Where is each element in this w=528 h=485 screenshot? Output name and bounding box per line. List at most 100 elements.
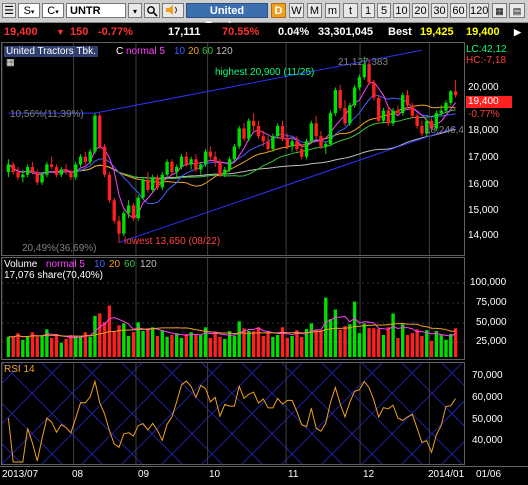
date-label: 08 — [72, 469, 84, 480]
rsi-chart[interactable] — [2, 363, 464, 464]
quote-bar: 19,400 ▼ 150 -0.77% 17,111 70.55% 0.04% … — [0, 23, 528, 41]
volume-ma-120: 120 — [140, 259, 157, 270]
volume-bar — [415, 329, 419, 357]
candle-body — [372, 82, 376, 98]
period-20[interactable]: 20 — [412, 3, 429, 18]
candle-body — [69, 172, 73, 178]
candle-body — [266, 141, 270, 149]
volume-bar — [381, 334, 386, 357]
search-icon[interactable] — [144, 3, 160, 18]
volume-bar — [444, 339, 448, 357]
volume-bar — [208, 337, 213, 357]
ma-60-label: 60 — [202, 46, 214, 57]
candle-body — [401, 95, 405, 114]
candle-body — [439, 110, 443, 114]
volume-bar — [391, 313, 395, 357]
volume-bar — [410, 333, 415, 357]
volume-bar — [126, 335, 131, 357]
price-change-pct: -0.77% — [98, 26, 133, 38]
period-w[interactable]: W — [289, 3, 304, 18]
candle-body — [40, 174, 44, 183]
candle-body — [21, 174, 25, 178]
candle-body — [136, 197, 140, 219]
volume-bar — [189, 332, 193, 357]
menu-icon[interactable]: ☰ — [2, 3, 16, 18]
volume-bar — [93, 315, 97, 357]
candle-body — [295, 141, 299, 149]
volume-tick: 25,000 — [476, 336, 507, 347]
volume-tick: 50,000 — [476, 317, 507, 328]
lowest-annotation: lowest 13,650 (08/22) — [124, 236, 221, 247]
candle-body — [78, 156, 83, 165]
price-change: 150 — [70, 26, 89, 38]
dropdown-icon[interactable]: ▾ — [128, 3, 142, 18]
volume-bar — [266, 332, 270, 357]
volume-bar — [285, 337, 289, 357]
candle-body — [275, 125, 280, 137]
volume-bar — [439, 335, 443, 357]
period-min[interactable]: m — [325, 3, 340, 18]
scroll-right-icon[interactable]: ▶ — [514, 25, 521, 39]
candle-body — [194, 159, 198, 170]
rsi-diagonal-grid — [441, 441, 464, 464]
candle-body — [117, 220, 121, 234]
volume-bar — [348, 324, 352, 357]
candle-body — [405, 95, 410, 106]
candle-body — [410, 105, 415, 116]
volume-bar — [131, 332, 136, 357]
date-label: 2013/07 — [2, 469, 39, 480]
grid-icon[interactable]: ▦ — [6, 57, 15, 68]
candle-body — [300, 149, 304, 157]
volume-bar — [386, 327, 390, 357]
period-m[interactable]: M — [307, 3, 322, 18]
down-arrow-icon: ▼ — [56, 27, 65, 37]
current-price-label: 19,400 — [468, 96, 499, 107]
period-30[interactable]: 30 — [431, 3, 448, 18]
period-tick[interactable]: t — [343, 3, 358, 18]
period-10[interactable]: 10 — [393, 3, 410, 18]
candle-body — [251, 120, 256, 126]
volume-bar — [74, 335, 78, 357]
market-letter: S — [23, 5, 31, 17]
volume-bar — [11, 336, 15, 357]
layout-icon[interactable]: ▤ — [509, 3, 525, 18]
candle-body — [376, 97, 381, 121]
volume-bar — [175, 333, 179, 357]
date-label: 01/06 — [476, 469, 502, 480]
rsi-title: RSI 14 — [4, 364, 35, 375]
period-60[interactable]: 60 — [450, 3, 467, 18]
period-5[interactable]: 5 — [377, 3, 391, 18]
volume-bar — [420, 335, 424, 357]
volume-bar — [271, 336, 275, 357]
date-label: 12 — [363, 469, 375, 480]
period-1[interactable]: 1 — [361, 3, 375, 18]
candle-body — [54, 166, 59, 175]
volume-bar — [223, 338, 227, 357]
date-label: 11 — [288, 469, 299, 480]
ticker-input[interactable]: UNTR — [66, 3, 126, 18]
price-pane-title: United Tractors Tbk. — [4, 46, 98, 57]
candle-body — [261, 136, 265, 142]
highest-annotation: highest 20,900 (11/25) — [215, 67, 315, 78]
volume-bar — [343, 326, 347, 357]
candle-body — [232, 146, 237, 160]
volume-bar — [256, 327, 261, 357]
candle-body — [131, 205, 136, 219]
type-select[interactable]: C▾ — [42, 3, 64, 18]
candle-body — [203, 151, 208, 165]
ma-20-label: 20 — [188, 46, 200, 57]
period-120[interactable]: 120 — [469, 3, 489, 18]
price-axis: LC:42,12 HC:-7,18 20,000 19,400 -0.77% 1… — [466, 42, 528, 256]
volume-bar — [16, 333, 20, 357]
market-select[interactable]: S▾ — [18, 3, 40, 18]
volume-axis: 100,000 75,000 50,000 25,000 — [466, 257, 528, 360]
volume-tick: 75,000 — [476, 297, 507, 308]
period-d[interactable]: D — [271, 3, 286, 18]
speaker-icon[interactable] — [162, 3, 184, 18]
volume-bar — [155, 335, 160, 357]
candle-body — [453, 91, 458, 96]
volume-bar — [280, 327, 285, 357]
price-tick: 17,000 — [468, 152, 499, 163]
volume-bar — [275, 334, 280, 357]
settings-icon[interactable]: ▦ — [492, 3, 507, 18]
